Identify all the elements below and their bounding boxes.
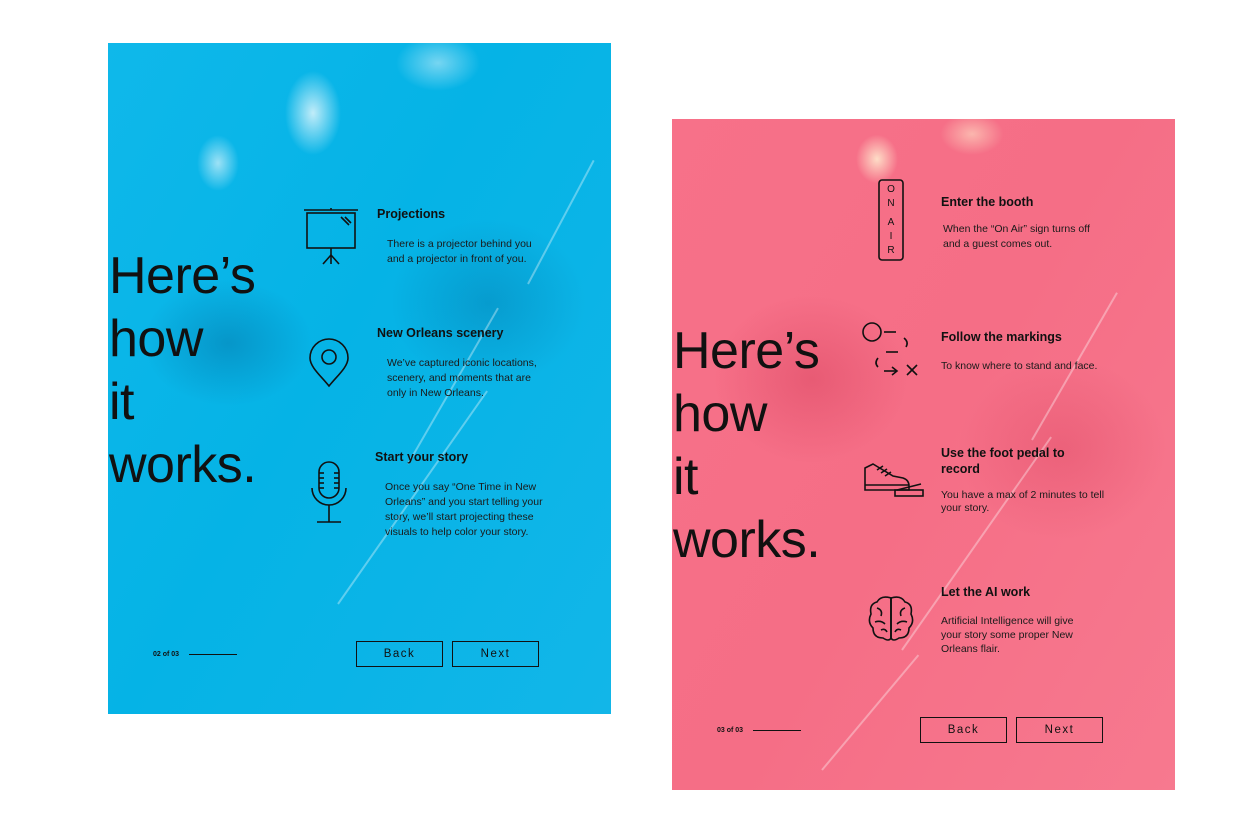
brain-icon — [867, 594, 915, 642]
feature-title: Start your story — [375, 450, 469, 464]
page-indicator: 03 of 03 — [717, 727, 802, 734]
headline-line: Here’s — [673, 322, 820, 380]
feature-title: New Orleans scenery — [377, 326, 504, 340]
back-button[interactable]: Back — [920, 717, 1007, 743]
floor-markings-icon — [862, 321, 922, 377]
feature-description: We’ve captured iconic locations, scenery… — [387, 357, 537, 399]
headline-line: how — [109, 310, 203, 368]
headline: Here’s how it works. — [109, 245, 257, 497]
feature-title: Enter the booth — [941, 195, 1034, 209]
on-air-sign-icon: O N A I R — [878, 179, 904, 261]
feature-description: Artificial Intelligence will give your s… — [941, 615, 1074, 655]
screen-how-it-works-pink: Here’s how it works. O N A I R Enter the… — [672, 119, 1175, 790]
light-streak — [821, 654, 920, 771]
page-indicator-line — [189, 654, 238, 655]
feature-title: Follow the markings — [941, 330, 1062, 344]
headline-line: it — [673, 448, 699, 506]
on-air-letter: A — [888, 217, 895, 228]
microphone-icon — [309, 460, 349, 526]
page-indicator-text: 02 of 03 — [153, 651, 180, 658]
on-air-letter: N — [887, 198, 894, 209]
headline-line: works. — [673, 511, 821, 569]
page-indicator: 02 of 03 — [153, 651, 238, 658]
light-streak — [527, 159, 595, 285]
next-button[interactable]: Next — [452, 641, 539, 667]
page-indicator-line — [753, 730, 802, 731]
feature-description: There is a projector behind you and a pr… — [387, 238, 532, 265]
next-button[interactable]: Next — [1016, 717, 1103, 743]
feature-description: To know where to stand and face. — [941, 360, 1098, 372]
back-button[interactable]: Back — [356, 641, 443, 667]
feature-description: Once you say “One Time in New Orleans” a… — [385, 481, 543, 538]
on-air-letter: I — [890, 231, 893, 242]
feature-title: Use the foot pedal to record — [941, 446, 1065, 476]
feature-title: Projections — [377, 207, 446, 221]
headline-line: it — [109, 373, 135, 431]
feature-description: You have a max of 2 minutes to tell your… — [941, 489, 1105, 514]
headline: Here’s how it works. — [673, 320, 821, 572]
map-pin-icon — [307, 338, 351, 388]
feature-description: When the “On Air” sign turns off and a g… — [943, 223, 1090, 250]
sneaker-foot-pedal-icon — [863, 460, 925, 498]
headline-line: works. — [109, 436, 257, 494]
page-indicator-text: 03 of 03 — [717, 727, 744, 734]
on-air-letter: O — [887, 184, 895, 195]
on-air-letter: R — [887, 245, 894, 256]
headline-line: Here’s — [109, 247, 256, 305]
feature-title: Let the AI work — [941, 585, 1031, 599]
headline-line: how — [673, 385, 767, 443]
projector-screen-icon — [303, 208, 359, 266]
screen-how-it-works-blue: Here’s how it works. Projections There i… — [108, 43, 611, 714]
